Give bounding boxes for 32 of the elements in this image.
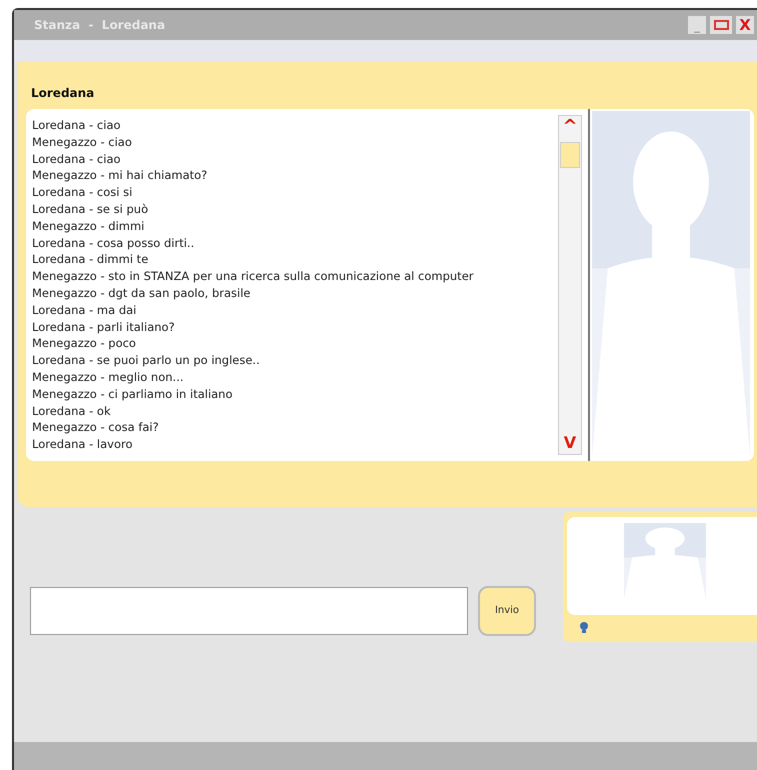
chat-message: Menegazzo - cosa fai?: [32, 419, 160, 436]
chat-message: Menegazzo - ci parliamo in italiano: [32, 386, 234, 403]
chat-message: Loredana - cosa posso dirti..: [32, 234, 196, 252]
chat-message: Loredana - ciao: [32, 150, 122, 168]
chat-message: Menegazzo - poco: [32, 335, 137, 352]
scroll-down-button[interactable]: V: [559, 432, 581, 454]
chat-message: Loredana - se si può: [32, 200, 150, 218]
scroll-up-button[interactable]: ^: [559, 116, 581, 138]
message-input[interactable]: [30, 586, 468, 634]
chat-message: Loredana - lavoro: [32, 436, 134, 453]
maximize-icon[interactable]: [710, 16, 732, 34]
scroll-thumb[interactable]: [560, 142, 580, 168]
chat-message: Loredana - se puoi parlo un po inglese..: [32, 352, 261, 369]
chat-message: Menegazzo - sto in STANZA per una ricerca sulla comunicazione al computer: [32, 268, 474, 285]
window-title: Stanza - Loredana: [34, 17, 166, 34]
chat-message: Loredana - parli italiano?: [32, 318, 176, 336]
chat-message: Menegazzo - ciao: [32, 134, 133, 151]
send-button[interactable]: Invio: [478, 586, 536, 636]
close-button[interactable]: X: [736, 16, 754, 34]
chat-message: Menegazzo - dimmi: [32, 218, 146, 235]
chat-message: Loredana - cosi si: [32, 184, 134, 201]
minimize-button[interactable]: _: [688, 16, 706, 34]
webcam-icon: [579, 621, 589, 633]
chat-message: Menegazzo - meglio non...: [32, 368, 185, 386]
contact-name: Loredana: [31, 85, 96, 102]
chat-message: Loredana - dimmi te: [32, 251, 150, 268]
chat-message: Loredana - ok: [32, 402, 112, 420]
chat-message: Loredana - ma dai: [32, 302, 138, 319]
scrollbar[interactable]: ^ V: [558, 115, 582, 455]
chat-message: Loredana - ciao: [32, 117, 122, 134]
chat-message: Menegazzo - mi hai chiamato?: [32, 167, 208, 184]
chat-message: Menegazzo - dgt da san paolo, brasile: [32, 284, 252, 302]
